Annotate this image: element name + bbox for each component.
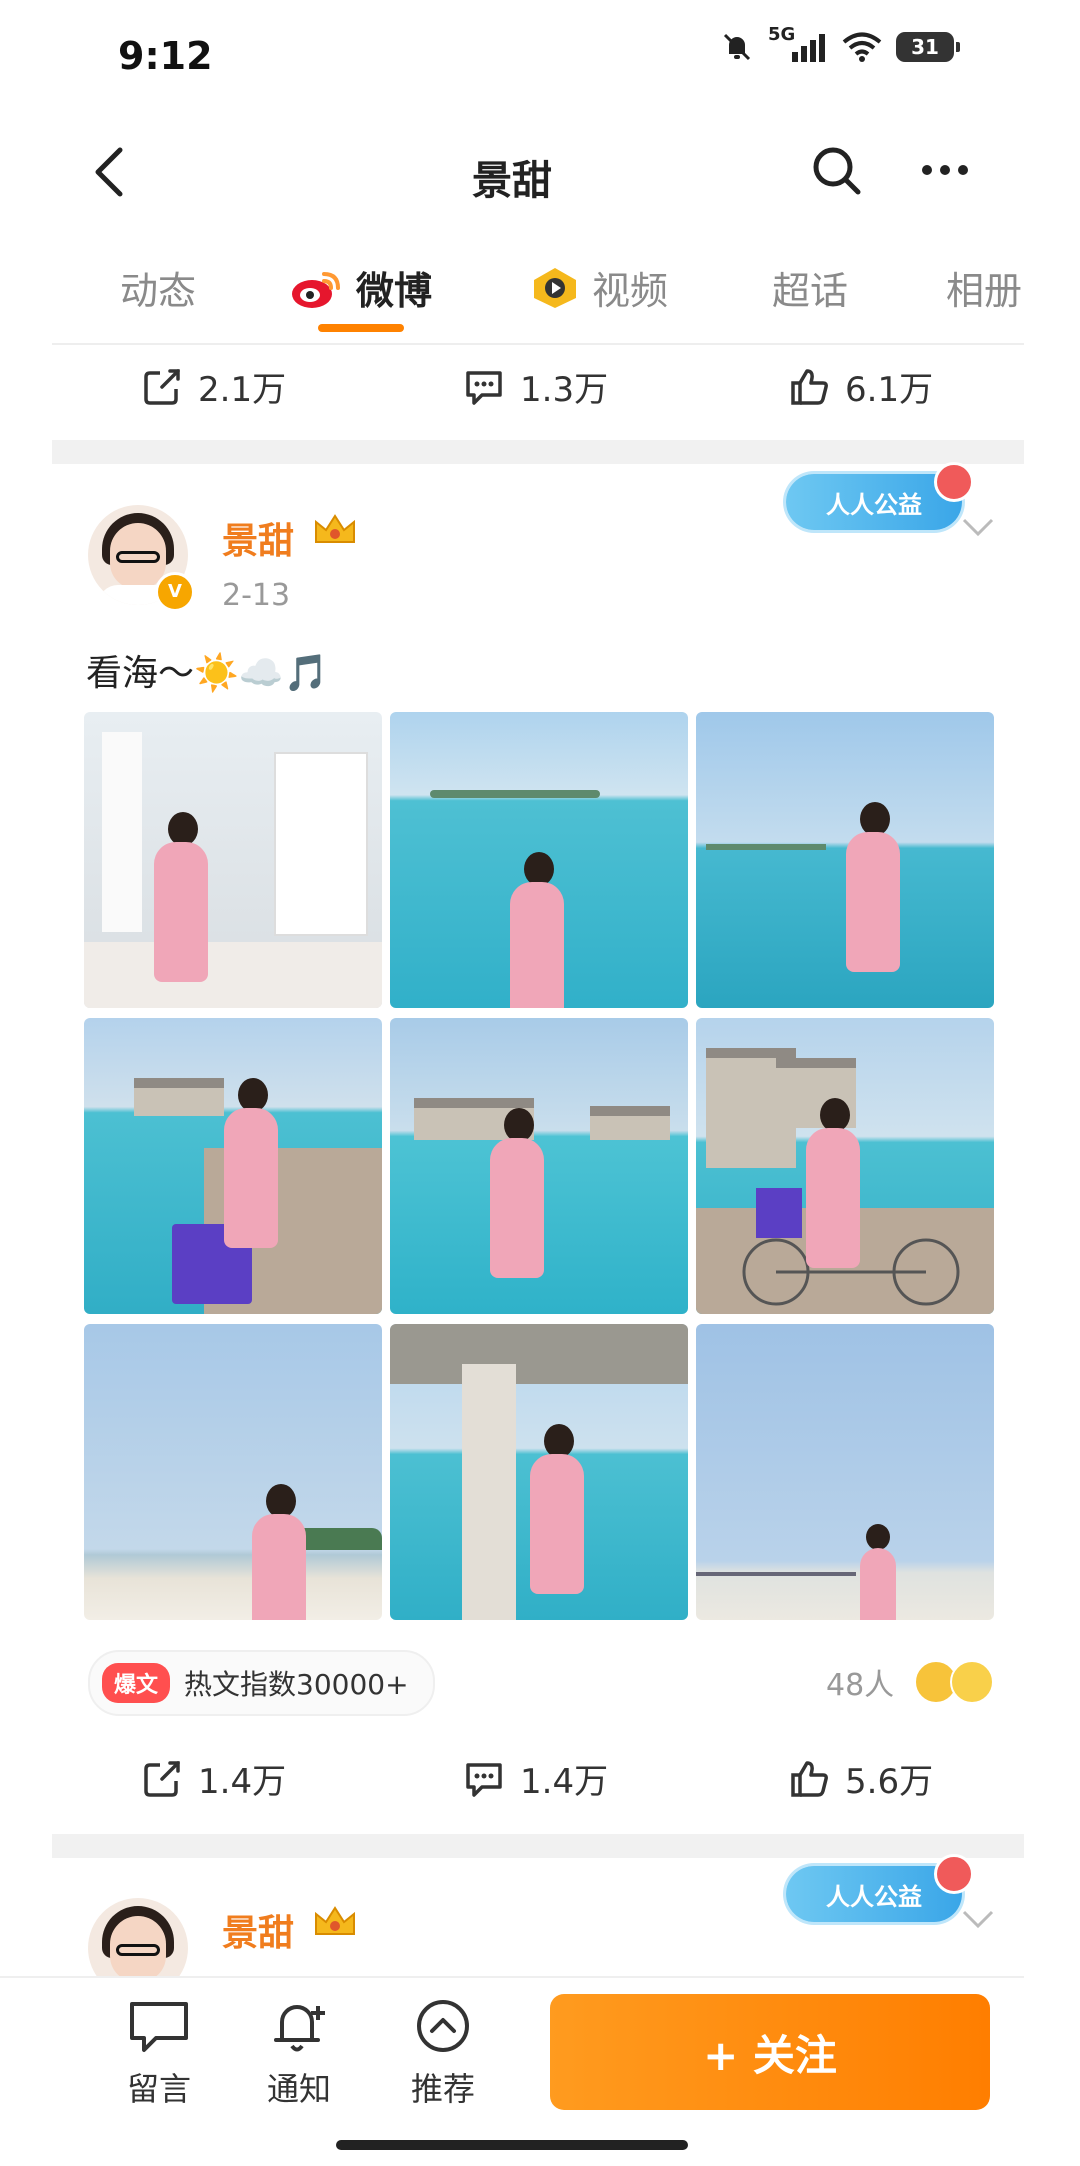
like-button[interactable]: 6.1万 (787, 362, 933, 411)
post-date: 2-13 (222, 578, 291, 613)
repost-count: 2.1万 (198, 370, 287, 410)
post-actions: 1.4万 1.4万 5.6万 (52, 1732, 1024, 1822)
repost-button[interactable]: 2.1万 (140, 362, 286, 411)
prev-post-actions: 2.1万 1.3万 6.1万 (52, 340, 1024, 430)
notify-label: 通知 (266, 2070, 331, 2108)
charity-badge-label: 人人公益 (826, 490, 922, 519)
wifi-icon (842, 32, 882, 62)
thumbs-up-icon (791, 368, 828, 405)
chevron-down-icon[interactable] (958, 512, 998, 542)
mascot-icon (934, 1854, 974, 1894)
repost-button[interactable]: 1.4万 (140, 1754, 286, 1803)
tab-label: 视频 (592, 269, 669, 313)
hot-tag: 爆文 (102, 1663, 171, 1703)
charity-badge-label: 人人公益 (826, 1882, 922, 1911)
tab-video[interactable]: 视频 (530, 260, 668, 315)
like-button[interactable]: 5.6万 (787, 1754, 933, 1803)
share-icon (144, 1760, 180, 1797)
tab-label: 相册 (946, 269, 1023, 313)
follow-button[interactable]: + 关注 (550, 1994, 990, 2110)
post-username[interactable]: 景甜 (222, 512, 294, 564)
photo-thumbnail[interactable] (390, 712, 688, 1008)
verified-badge-icon: V (155, 572, 195, 612)
comment-icon (466, 1762, 502, 1797)
page-title: 景甜 (472, 158, 552, 204)
photo-thumbnail[interactable] (84, 1324, 382, 1620)
tab-label: 微博 (356, 269, 433, 313)
comment-button[interactable]: 1.4万 (462, 1754, 608, 1803)
message-icon (130, 2002, 188, 2052)
mascot-icon (934, 462, 974, 502)
tab-label: 超话 (772, 269, 849, 313)
like-count: 6.1万 (845, 370, 934, 410)
chevron-down-icon[interactable] (958, 1904, 998, 1934)
like-count: 5.6万 (845, 1762, 934, 1802)
battery-indicator: 31 (896, 32, 960, 62)
notify-button[interactable]: 通知 (244, 1998, 354, 2110)
tab-album[interactable]: 相册 (946, 260, 1022, 315)
profile-tabs: 动态 微博 视频 超话 相册 (0, 240, 1024, 340)
tab-weibo[interactable]: 微博 (290, 260, 432, 315)
recommend-label: 推荐 (410, 2070, 475, 2108)
message-label: 留言 (126, 2070, 191, 2108)
crown-badge-icon (315, 514, 355, 543)
status-icons: 5G 31 (720, 24, 960, 64)
section-gap (52, 1834, 1024, 1858)
active-tab-indicator (318, 324, 404, 332)
reaction-count: 48人 (826, 1668, 895, 1703)
comment-icon (466, 370, 502, 405)
grinning-emoji-icon (950, 1660, 994, 1704)
status-time: 9:12 (118, 34, 213, 78)
charity-badge[interactable]: 人人公益 (786, 1854, 974, 1922)
status-bar: 9:12 5G 31 (0, 0, 1024, 120)
weibo-logo-icon (292, 271, 340, 308)
section-gap (52, 440, 1024, 464)
crown-badge-icon (315, 1906, 355, 1935)
bell-plus-icon (274, 2005, 325, 2052)
recommend-button[interactable]: 推荐 (388, 1998, 498, 2110)
photo-thumbnail[interactable] (390, 1018, 688, 1314)
hot-post-badge[interactable]: 爆文 热文指数30000+ (88, 1650, 435, 1716)
screen: 9:12 5G 31 景甜 动态 微博 视频 超话 相册 2.1万 1.3万 6… (0, 0, 1024, 2166)
message-button[interactable]: 留言 (104, 1998, 214, 2110)
charity-badge[interactable]: 人人公益 (786, 462, 974, 530)
more-options-icon[interactable] (915, 140, 975, 200)
comment-count: 1.4万 (520, 1762, 609, 1802)
tab-label: 动态 (120, 269, 197, 313)
home-indicator[interactable] (336, 2140, 688, 2150)
video-badge-icon (534, 267, 576, 308)
right-margin (1024, 0, 1080, 2164)
photo-thumbnail[interactable] (84, 1018, 382, 1314)
post-text: 看海～☀️☁️🎵 (86, 653, 329, 694)
share-icon (144, 368, 180, 405)
photo-thumbnail[interactable] (84, 712, 382, 1008)
comment-count: 1.3万 (520, 370, 609, 410)
photo-thumbnail[interactable] (696, 712, 994, 1008)
signal-icon: 5G (768, 24, 828, 64)
photo-thumbnail[interactable] (696, 1018, 994, 1314)
image-grid (84, 712, 994, 1620)
search-icon[interactable] (806, 140, 866, 200)
hot-label: 热文指数30000+ (184, 1668, 409, 1701)
chevron-up-circle-icon (417, 2000, 469, 2052)
top-nav: 景甜 (0, 120, 1024, 230)
mute-bell-icon (723, 33, 751, 61)
thumbs-up-icon (791, 1760, 828, 1797)
photo-thumbnail[interactable] (390, 1324, 688, 1620)
repost-count: 1.4万 (198, 1762, 287, 1802)
tab-super-topic[interactable]: 超话 (772, 260, 848, 315)
post-username[interactable]: 景甜 (222, 1904, 294, 1956)
comment-button[interactable]: 1.3万 (462, 362, 608, 411)
tab-dynamic[interactable]: 动态 (120, 260, 196, 315)
photo-thumbnail[interactable] (696, 1324, 994, 1620)
bottom-action-bar: 留言 通知 推荐 + 关注 (0, 1976, 1024, 2166)
